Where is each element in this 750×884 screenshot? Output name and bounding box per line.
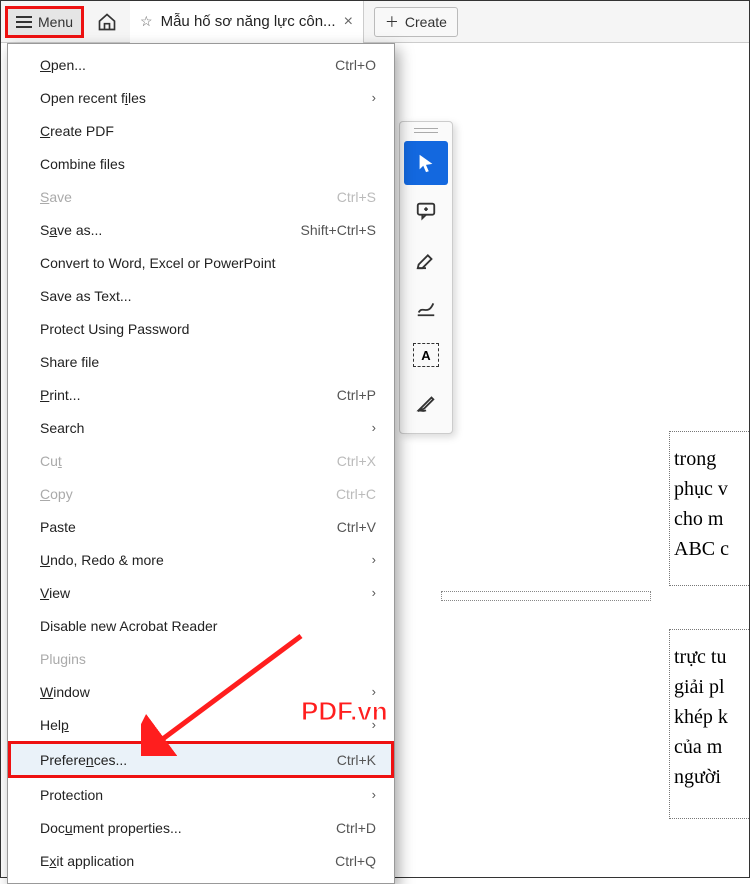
menu-copy: Copy Ctrl+C (8, 477, 394, 510)
menu-open[interactable]: Open... Ctrl+O (8, 48, 394, 81)
document-text-fragment-1: trong phục v cho m ABC c (669, 431, 749, 586)
menu-save-text[interactable]: Save as Text... (8, 279, 394, 312)
textbox-icon: A (413, 343, 439, 367)
create-label: Create (405, 14, 447, 30)
tab-title: Mẫu hố sơ năng lực côn... (161, 13, 336, 30)
comment-icon (415, 200, 437, 222)
menu-document-properties[interactable]: Document properties... Ctrl+D (8, 811, 394, 844)
menu-open-recent[interactable]: Open recent files › (8, 81, 394, 114)
menu-undo-redo[interactable]: Undo, Redo & more › (8, 543, 394, 576)
document-tab[interactable]: ☆ Mẫu hố sơ năng lực côn... × (130, 1, 364, 43)
tool-panel[interactable]: A (399, 121, 453, 434)
select-tool[interactable] (404, 141, 448, 185)
close-tab-button[interactable]: × (344, 13, 353, 31)
chevron-right-icon: › (372, 787, 376, 802)
menu-search[interactable]: Search › (8, 411, 394, 444)
menu-protect-password[interactable]: Protect Using Password (8, 312, 394, 345)
chevron-right-icon: › (372, 90, 376, 105)
panel-drag-handle[interactable] (414, 128, 438, 133)
home-icon (97, 12, 117, 32)
menu-share[interactable]: Share file (8, 345, 394, 378)
cursor-icon (415, 152, 437, 174)
highlight-tool[interactable] (404, 237, 448, 281)
home-button[interactable] (90, 6, 124, 38)
menu-convert[interactable]: Convert to Word, Excel or PowerPoint (8, 246, 394, 279)
menu-button[interactable]: Menu (5, 6, 84, 38)
menu-window[interactable]: Window › (8, 675, 394, 708)
textbox-tool[interactable]: A (404, 333, 448, 377)
menu-save-as[interactable]: Save as... Shift+Ctrl+S (8, 213, 394, 246)
comment-tool[interactable] (404, 189, 448, 233)
chevron-right-icon: › (372, 585, 376, 600)
star-icon: ☆ (140, 13, 153, 30)
toolbar: Menu ☆ Mẫu hố sơ năng lực côn... × ＋ Cre… (1, 1, 749, 43)
menu-paste[interactable]: Paste Ctrl+V (8, 510, 394, 543)
pen-icon (415, 392, 437, 414)
menu-view[interactable]: View › (8, 576, 394, 609)
document-text-fragment-2: trực tu giải pl khép k của m người (669, 629, 749, 819)
draw-icon (415, 296, 437, 318)
highlighter-icon (415, 248, 437, 270)
menu-print[interactable]: Print... Ctrl+P (8, 378, 394, 411)
menu-exit[interactable]: Exit application Ctrl+Q (8, 844, 394, 877)
hamburger-icon (16, 16, 32, 28)
main-menu-dropdown: Open... Ctrl+O Open recent files › Creat… (7, 43, 395, 884)
menu-combine[interactable]: Combine files (8, 147, 394, 180)
menu-preferences[interactable]: Preferences... Ctrl+K (8, 741, 394, 778)
menu-protection[interactable]: Protection › (8, 778, 394, 811)
chevron-right-icon: › (372, 717, 376, 732)
create-button[interactable]: ＋ Create (374, 7, 458, 37)
menu-button-label: Menu (38, 14, 73, 30)
chevron-right-icon: › (372, 684, 376, 699)
menu-cut: Cut Ctrl+X (8, 444, 394, 477)
menu-plugins: Plugins (8, 642, 394, 675)
chevron-right-icon: › (372, 552, 376, 567)
sign-tool[interactable] (404, 381, 448, 425)
plus-icon: ＋ (385, 12, 399, 32)
selection-box (441, 591, 651, 601)
menu-save: Save Ctrl+S (8, 180, 394, 213)
draw-tool[interactable] (404, 285, 448, 329)
menu-disable-new-reader[interactable]: Disable new Acrobat Reader (8, 609, 394, 642)
menu-create-pdf[interactable]: Create PDF (8, 114, 394, 147)
menu-help[interactable]: Help › (8, 708, 394, 741)
chevron-right-icon: › (372, 420, 376, 435)
